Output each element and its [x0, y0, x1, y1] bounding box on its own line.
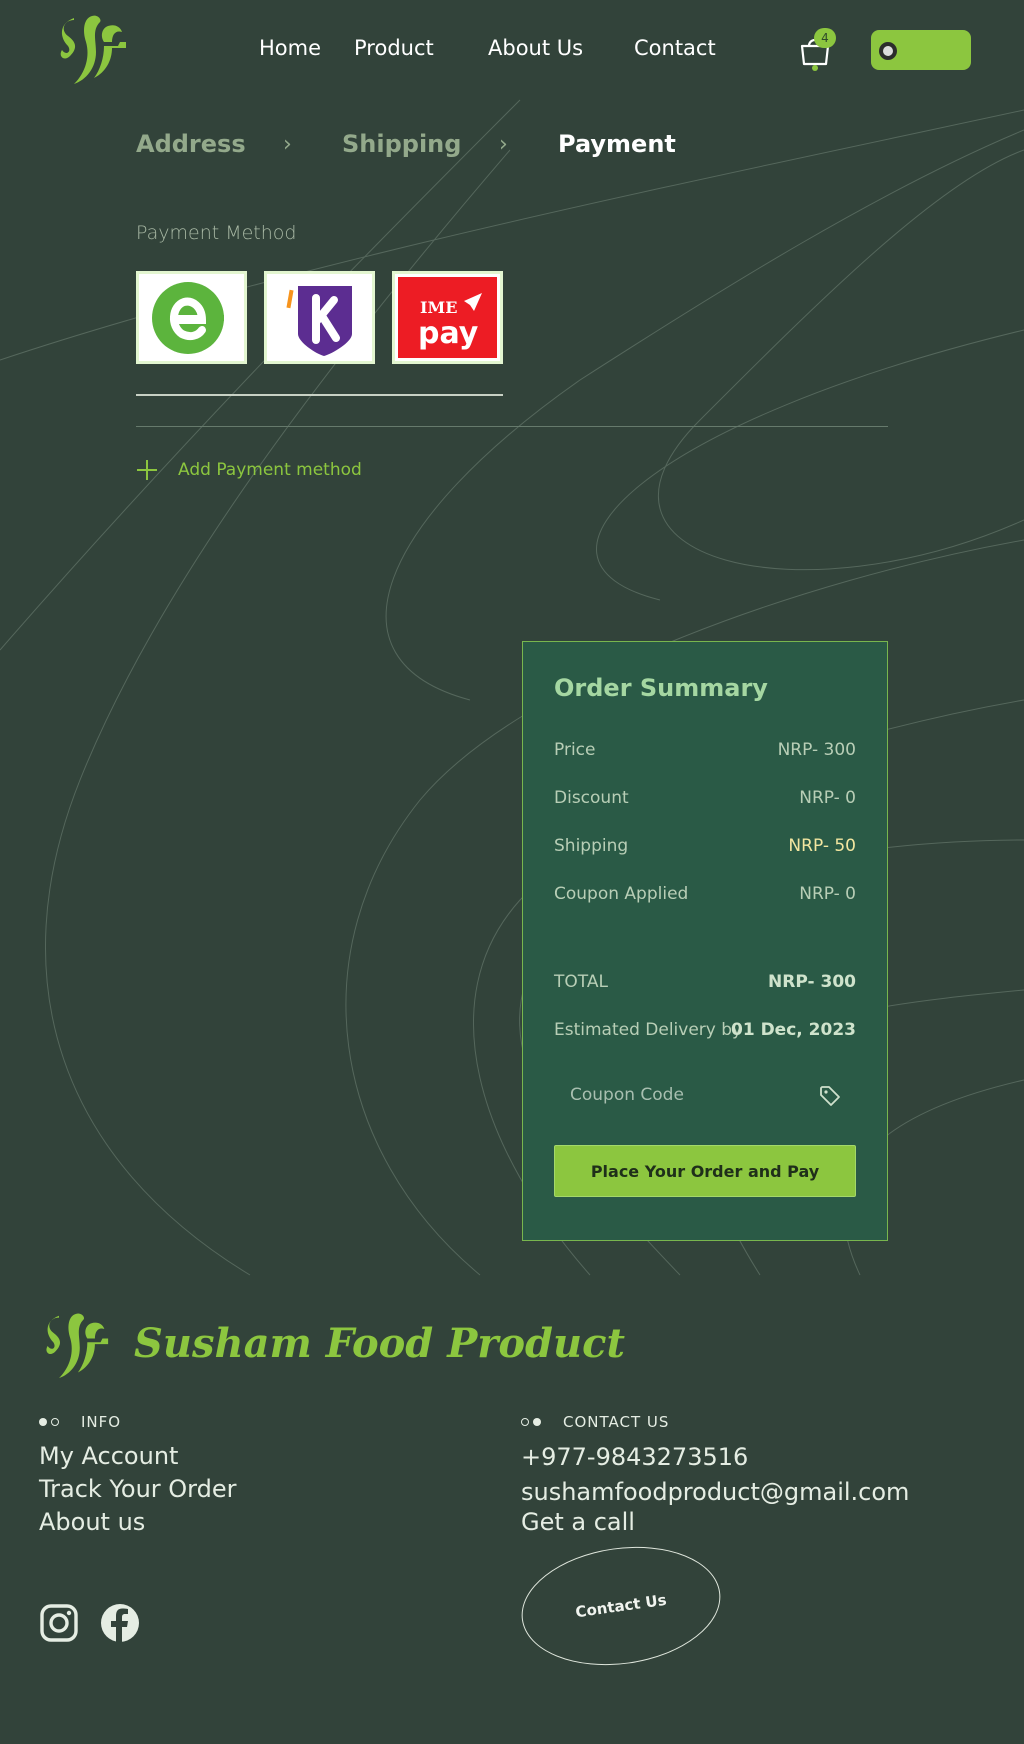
- delivery-label: Estimated Delivery by: [554, 1020, 743, 1040]
- step-address[interactable]: Address: [136, 130, 246, 158]
- order-summary-title: Order Summary: [554, 674, 768, 702]
- place-order-button[interactable]: Place Your Order and Pay: [554, 1145, 856, 1197]
- section-divider: [136, 426, 888, 427]
- add-payment-method-link[interactable]: Add Payment method: [136, 458, 362, 482]
- footer-link-track-order[interactable]: Track Your Order: [39, 1475, 237, 1503]
- khalti-logo-icon: [285, 285, 352, 356]
- summary-row-label: Price: [554, 740, 596, 760]
- imepay-logo-top-text: IME: [420, 298, 457, 317]
- delivery-date: 01 Dec, 2023: [731, 1020, 856, 1040]
- cart-count-badge: 4: [814, 28, 836, 48]
- section-dots-icon: [521, 1418, 545, 1426]
- esewa-payment-option[interactable]: [136, 271, 247, 364]
- payment-method-underline: [136, 394, 503, 396]
- cart-active-indicator: [812, 65, 818, 71]
- footer-brand-logo-icon: [46, 1313, 109, 1379]
- summary-row-label: Coupon Applied: [554, 884, 689, 904]
- footer-get-a-call[interactable]: Get a call: [521, 1508, 635, 1536]
- info-heading-label: INFO: [81, 1413, 122, 1431]
- tag-icon[interactable]: [818, 1084, 842, 1108]
- nav-contact[interactable]: Contact: [634, 36, 716, 60]
- summary-row-value: NRP- 50: [788, 836, 856, 856]
- nav-about-us[interactable]: About Us: [488, 36, 583, 60]
- plus-icon: [136, 459, 158, 481]
- step-shipping[interactable]: Shipping: [342, 130, 461, 158]
- add-payment-method-label: Add Payment method: [178, 460, 362, 480]
- imepay-logo-icon: IME pay: [398, 277, 497, 358]
- summary-row-label: Shipping: [554, 836, 629, 856]
- coupon-code-input[interactable]: [554, 1072, 804, 1118]
- contact-us-button[interactable]: Contact Us: [513, 1534, 729, 1678]
- step-payment[interactable]: Payment: [558, 130, 676, 158]
- avatar: [879, 42, 897, 60]
- imepay-payment-option[interactable]: IME pay: [392, 271, 503, 364]
- profile-button[interactable]: [871, 30, 971, 70]
- khalti-payment-option[interactable]: [264, 271, 375, 364]
- order-summary-card: Order Summary Price NRP- 300 Discount NR…: [522, 641, 888, 1241]
- facebook-icon[interactable]: [100, 1603, 140, 1643]
- nav-product[interactable]: Product: [354, 36, 434, 60]
- footer-email[interactable]: sushamfoodproduct@gmail.com: [521, 1478, 909, 1506]
- footer-contact-heading: CONTACT US: [521, 1413, 669, 1431]
- summary-row-value: NRP- 300: [777, 740, 856, 760]
- footer-link-my-account[interactable]: My Account: [39, 1442, 178, 1470]
- summary-row-value: NRP- 0: [799, 788, 856, 808]
- instagram-icon[interactable]: [39, 1603, 79, 1643]
- summary-row-label: Discount: [554, 788, 629, 808]
- footer-phone[interactable]: +977-9843273516: [521, 1443, 748, 1471]
- footer-link-about-us[interactable]: About us: [39, 1508, 145, 1536]
- chevron-right-icon: ›: [283, 132, 292, 157]
- contact-heading-label: CONTACT US: [563, 1413, 670, 1431]
- footer-info-heading: INFO: [39, 1413, 121, 1431]
- total-value: NRP- 300: [768, 972, 856, 992]
- footer-brand-name: Susham Food Product: [134, 1320, 625, 1367]
- nav-home[interactable]: Home: [259, 36, 321, 60]
- chevron-right-icon: ›: [499, 132, 508, 157]
- section-dots-icon: [39, 1418, 63, 1426]
- payment-method-label: Payment Method: [136, 222, 297, 244]
- coupon-field: [554, 1072, 856, 1118]
- esewa-logo-icon: [151, 281, 224, 354]
- total-label: TOTAL: [554, 972, 608, 992]
- summary-row-value: NRP- 0: [799, 884, 856, 904]
- imepay-logo-bottom-text: pay: [418, 316, 479, 351]
